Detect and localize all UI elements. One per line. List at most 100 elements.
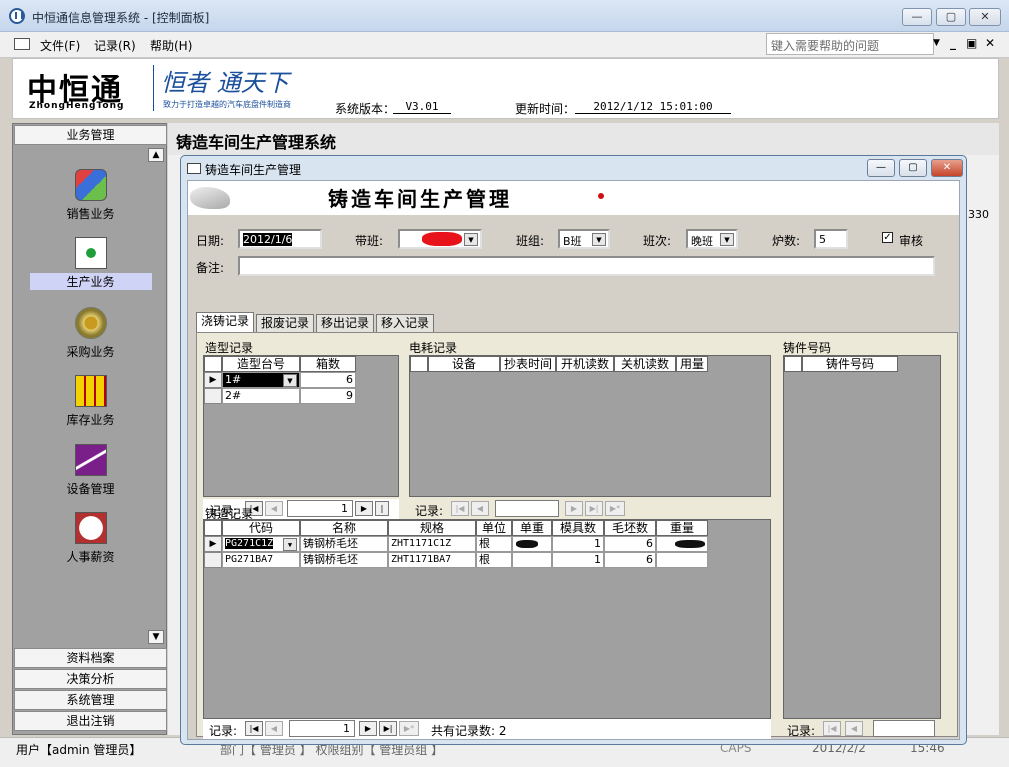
table-cell[interactable]: 铸钢桥毛坯	[300, 536, 388, 552]
table-cell[interactable]: 1	[552, 536, 604, 552]
chevron-down-icon[interactable]: ▼	[592, 233, 606, 246]
team-combo[interactable]: B班 ▼	[558, 229, 610, 249]
table-cell[interactable]: 6	[300, 372, 356, 388]
column-header[interactable]: 重量	[656, 520, 708, 536]
new-record-icon[interactable]: ▶*	[605, 501, 625, 516]
dialog-close-button[interactable]: ✕	[931, 159, 963, 177]
sidebar-header-analysis[interactable]: 决策分析	[14, 669, 167, 689]
sidebar-header-business[interactable]: 业务管理	[14, 125, 167, 145]
table-cell[interactable]	[656, 552, 708, 568]
mdi-minimize-button[interactable]: _	[950, 36, 956, 50]
record-number-field[interactable]: 1	[287, 500, 353, 517]
table-cell[interactable]: 2#	[222, 388, 300, 404]
sidebar-scroll-down-icon[interactable]: ▼	[148, 630, 164, 644]
row-selector-icon[interactable]: ▶	[204, 536, 222, 552]
table-cell[interactable]: ZHT1171BA7	[388, 552, 476, 568]
column-header[interactable]: 造型台号	[222, 356, 300, 372]
column-header[interactable]: 代码	[222, 520, 300, 536]
first-record-icon[interactable]: |◀	[245, 721, 263, 736]
new-record-icon[interactable]: ▶*	[399, 721, 419, 736]
sidebar-item-hr[interactable]: 人事薪资	[13, 512, 168, 565]
record-number-field[interactable]: 1	[289, 720, 355, 737]
prev-record-icon[interactable]: ◀	[265, 721, 283, 736]
column-header[interactable]: 模具数	[552, 520, 604, 536]
row-selector[interactable]	[204, 552, 222, 568]
table-cell[interactable]: 6	[604, 552, 656, 568]
tab-casting[interactable]: 浇铸记录	[196, 312, 254, 333]
column-header[interactable]: 关机读数	[614, 356, 676, 372]
audit-checkbox[interactable]: ✓	[882, 232, 893, 243]
prev-record-icon[interactable]: ◀	[845, 721, 863, 736]
first-record-icon[interactable]: |◀	[451, 501, 469, 516]
sidebar-item-equipment[interactable]: 设备管理	[13, 444, 168, 497]
tab-move-out[interactable]: 移出记录	[316, 314, 374, 333]
chevron-down-icon[interactable]: ▼	[283, 538, 297, 551]
table-cell[interactable]: 9	[300, 388, 356, 404]
menu-file[interactable]: 文件(F)	[40, 37, 80, 54]
table-cell[interactable]: PG271BA7	[222, 552, 300, 568]
next-record-icon[interactable]: ▶	[359, 721, 377, 736]
table-cell[interactable]: 1# ▼	[222, 372, 300, 388]
record-number-field[interactable]	[495, 500, 559, 517]
row-selector-icon[interactable]: ▶	[204, 372, 222, 388]
column-header[interactable]: 箱数	[300, 356, 356, 372]
sidebar-header-archive[interactable]: 资料档案	[14, 648, 167, 668]
prev-record-icon[interactable]: ◀	[265, 501, 283, 516]
table-cell[interactable]: 铸钢桥毛坯	[300, 552, 388, 568]
column-header[interactable]: 用量	[676, 356, 708, 372]
close-button[interactable]: ✕	[969, 8, 1001, 26]
column-header[interactable]: 设备	[428, 356, 500, 372]
column-header[interactable]: 开机读数	[556, 356, 614, 372]
date-field[interactable]: 2012/1/6	[238, 229, 322, 249]
table-cell[interactable]: 根	[476, 536, 512, 552]
next-record-icon[interactable]: ▶	[355, 501, 373, 516]
help-search-input[interactable]: 键入需要帮助的问题	[766, 33, 934, 55]
tab-move-in[interactable]: 移入记录	[376, 314, 434, 333]
chevron-down-icon[interactable]: ▼	[283, 374, 297, 387]
table-cell[interactable]: 6	[604, 536, 656, 552]
sidebar-item-purchase[interactable]: 采购业务	[13, 307, 168, 360]
dialog-minimize-button[interactable]: —	[867, 159, 895, 177]
column-header[interactable]: 单位	[476, 520, 512, 536]
mdi-restore-button[interactable]: ▣	[966, 36, 977, 50]
last-record-icon[interactable]: ▶|	[379, 721, 397, 736]
table-cell[interactable]: PG271C1Z ▼	[222, 536, 300, 552]
maximize-button[interactable]: ▢	[936, 8, 966, 26]
column-header[interactable]: 规格	[388, 520, 476, 536]
column-header[interactable]: 铸件号码	[802, 356, 898, 372]
table-cell[interactable]: 1	[552, 552, 604, 568]
mdi-close-button[interactable]: ✕	[985, 36, 995, 50]
table-cell[interactable]: ZHT1171C1Z	[388, 536, 476, 552]
table-cell[interactable]: 根	[476, 552, 512, 568]
sidebar-item-sales[interactable]: 销售业务	[13, 169, 168, 222]
shift-leader-combo[interactable]: ▼	[398, 229, 482, 249]
first-record-icon[interactable]: |◀	[823, 721, 841, 736]
column-header[interactable]: 毛坯数	[604, 520, 656, 536]
furnace-field[interactable]: 5	[814, 229, 848, 249]
sidebar-header-logout[interactable]: 退出注销	[14, 711, 167, 731]
column-header[interactable]: 抄表时间	[500, 356, 556, 372]
chevron-down-icon[interactable]: ▼	[720, 233, 734, 246]
sidebar-header-system[interactable]: 系统管理	[14, 690, 167, 710]
last-record-icon[interactable]: ▶|	[585, 501, 603, 516]
sidebar-item-production[interactable]: 生产业务	[13, 237, 168, 290]
dialog-maximize-button[interactable]: ▢	[899, 159, 927, 177]
row-selector[interactable]	[204, 388, 222, 404]
menu-help[interactable]: 帮助(H)	[150, 37, 192, 54]
last-record-icon[interactable]: |	[375, 501, 389, 516]
sidebar-item-inventory[interactable]: 库存业务	[13, 375, 168, 428]
menu-record[interactable]: 记录(R)	[94, 37, 136, 54]
help-dropdown-icon[interactable]: ▼	[933, 38, 940, 48]
prev-record-icon[interactable]: ◀	[471, 501, 489, 516]
column-header[interactable]: 名称	[300, 520, 388, 536]
minimize-button[interactable]: —	[902, 8, 932, 26]
chevron-down-icon[interactable]: ▼	[464, 233, 478, 246]
record-number-field[interactable]	[873, 720, 935, 737]
table-cell[interactable]	[512, 536, 552, 552]
column-header[interactable]: 单重	[512, 520, 552, 536]
sidebar-scroll-up-icon[interactable]: ▲	[148, 148, 164, 162]
shift-combo[interactable]: 晚班 ▼	[686, 229, 738, 249]
next-record-icon[interactable]: ▶	[565, 501, 583, 516]
table-cell[interactable]	[656, 536, 708, 552]
remark-field[interactable]	[238, 256, 935, 276]
